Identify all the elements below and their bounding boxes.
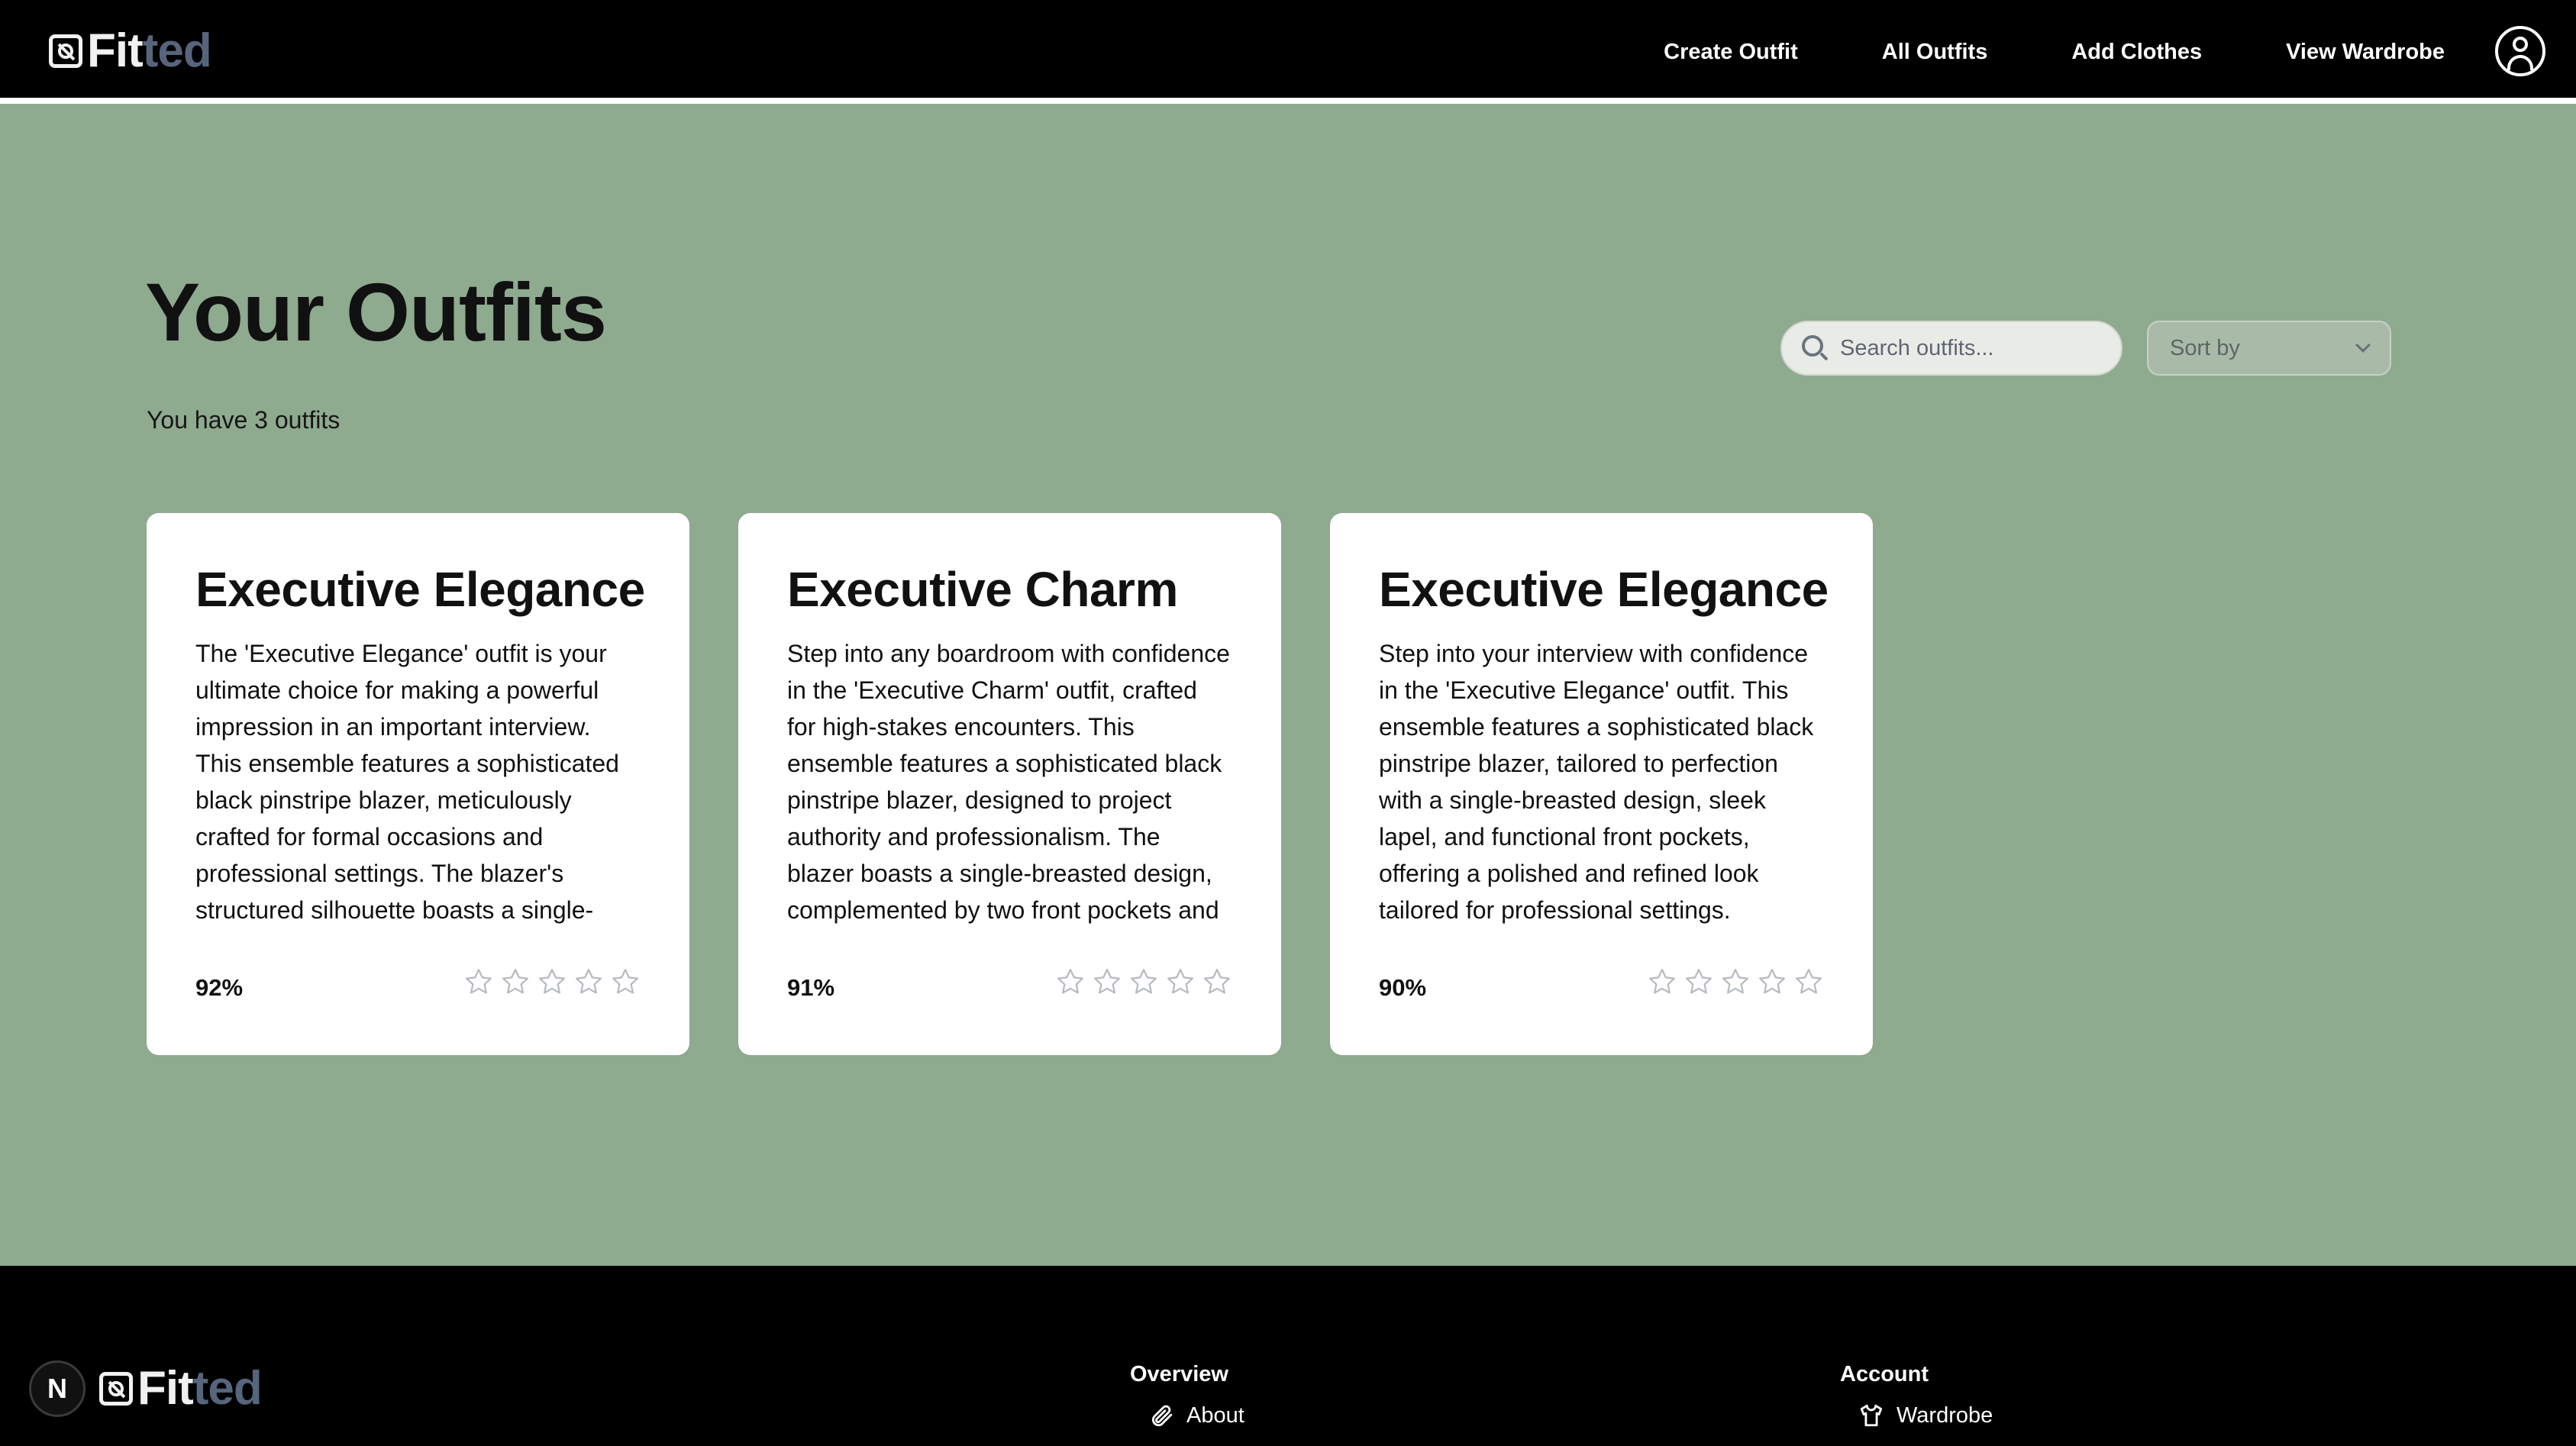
page-title: Your Outfits <box>145 266 607 358</box>
brand-name: Fitted <box>87 24 212 77</box>
nav-create-outfit[interactable]: Create Outfit <box>1664 31 1798 73</box>
star-icon[interactable] <box>1128 967 1159 997</box>
footer-logo[interactable]: Fitted <box>99 1360 263 1417</box>
match-score: 92% <box>195 974 244 1001</box>
footer: N Fitted Overview About Account Wardrobe <box>0 1266 2576 1446</box>
star-icon[interactable] <box>1647 967 1677 997</box>
search-icon <box>1802 335 1829 361</box>
star-icon[interactable] <box>610 967 641 997</box>
brand-name: Fitted <box>137 1362 263 1415</box>
footer-link-label: Wardrobe <box>1896 1402 1993 1428</box>
star-rating <box>463 967 641 997</box>
chevron-down-icon <box>2355 337 2371 353</box>
star-icon[interactable] <box>1683 967 1714 997</box>
footer-account-title: Account <box>1840 1362 1929 1386</box>
search-input[interactable] <box>1840 335 2115 361</box>
star-rating <box>1055 967 1232 997</box>
outfit-title: Executive Charm <box>787 562 1178 617</box>
outfit-description: The 'Executive Elegance' outfit is your … <box>195 639 619 924</box>
outfit-cards: Executive Elegance The 'Executive Elegan… <box>147 513 1873 1055</box>
sort-label: Sort by <box>2170 335 2240 360</box>
star-icon[interactable] <box>500 967 531 997</box>
star-icon[interactable] <box>1757 967 1787 997</box>
outfit-card[interactable]: Executive Elegance The 'Executive Elegan… <box>147 513 689 1055</box>
search-box[interactable] <box>1780 321 2122 376</box>
sort-dropdown[interactable]: Sort by <box>2147 321 2391 376</box>
star-icon[interactable] <box>1793 967 1824 997</box>
match-score: 90% <box>1379 974 1427 1001</box>
star-rating <box>1647 967 1824 997</box>
footer-account: Account Wardrobe <box>1840 1364 1993 1428</box>
outfit-title: Executive Elegance <box>1379 562 1829 617</box>
star-icon[interactable] <box>1202 967 1232 997</box>
nav-links: Create Outfit All Outfits Add Clothes Vi… <box>1664 31 2445 73</box>
star-icon[interactable] <box>573 967 604 997</box>
brand-name-ted: ted <box>142 24 212 77</box>
nav-add-clothes[interactable]: Add Clothes <box>2071 31 2202 73</box>
star-icon[interactable] <box>1165 967 1196 997</box>
logo-icon <box>99 1372 133 1406</box>
footer-link-label: About <box>1186 1402 1244 1428</box>
dev-badge[interactable]: N <box>29 1360 86 1417</box>
nav-all-outfits[interactable]: All Outfits <box>1882 31 1988 73</box>
outfit-description: Step into any boardroom with confidence … <box>787 639 1230 924</box>
brand-name-fit: Fit <box>137 1362 194 1415</box>
shirt-icon <box>1860 1404 1883 1427</box>
user-circle-icon[interactable] <box>2495 26 2545 76</box>
logo-icon <box>49 34 82 68</box>
brand-name-ted: ted <box>192 1362 263 1415</box>
top-navbar: Fitted Create Outfit All Outfits Add Clo… <box>0 0 2576 104</box>
outfit-card[interactable]: Executive Charm Step into any boardroom … <box>738 513 1281 1055</box>
brand-logo[interactable]: Fitted <box>49 23 212 79</box>
footer-overview: Overview About <box>1130 1364 1244 1428</box>
footer-link-wardrobe[interactable]: Wardrobe <box>1858 1402 1993 1428</box>
outfit-title: Executive Elegance <box>195 562 645 617</box>
outfit-description: Step into your interview with confidence… <box>1379 639 1814 924</box>
star-icon[interactable] <box>1092 967 1122 997</box>
footer-overview-title: Overview <box>1130 1362 1228 1386</box>
star-icon[interactable] <box>537 967 567 997</box>
paperclip-icon <box>1151 1405 1173 1427</box>
star-icon[interactable] <box>463 967 494 997</box>
outfit-count: You have 3 outfits <box>147 406 341 434</box>
star-icon[interactable] <box>1720 967 1751 997</box>
brand-name-fit: Fit <box>87 24 144 77</box>
nav-view-wardrobe[interactable]: View Wardrobe <box>2286 31 2445 73</box>
footer-link-about[interactable]: About <box>1148 1402 1244 1428</box>
outfit-card[interactable]: Executive Elegance Step into your interv… <box>1330 513 1873 1055</box>
match-score: 91% <box>787 974 835 1001</box>
star-icon[interactable] <box>1055 967 1086 997</box>
